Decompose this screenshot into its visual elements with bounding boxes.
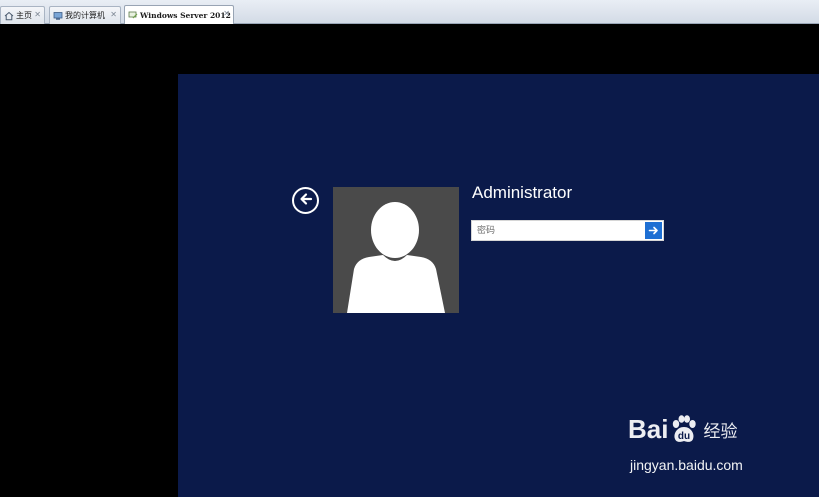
tab-home-close-icon[interactable]: ✕ bbox=[34, 10, 41, 19]
back-arrow-icon bbox=[298, 191, 314, 211]
watermark-url: jingyan.baidu.com bbox=[630, 457, 743, 473]
tab-bar: 主页 ✕ 我的计算机 ✕ Windows Server 2012 ✕ bbox=[0, 0, 819, 24]
tab-my-computer-label: 我的计算机 bbox=[65, 11, 105, 20]
tab-windows-server-2012[interactable]: Windows Server 2012 ✕ bbox=[124, 5, 234, 24]
vm-icon bbox=[128, 10, 138, 20]
password-field[interactable] bbox=[471, 220, 664, 241]
password-input[interactable] bbox=[472, 221, 644, 240]
username-label: Administrator bbox=[472, 183, 573, 202]
arrow-right-icon bbox=[648, 221, 659, 240]
tab-my-computer[interactable]: 我的计算机 ✕ bbox=[49, 6, 121, 24]
user-avatar-icon bbox=[333, 187, 459, 313]
tab-my-computer-close-icon[interactable]: ✕ bbox=[110, 10, 117, 19]
home-icon bbox=[4, 11, 14, 21]
baidu-jingyan-watermark: Bai du 经验 jingyan.baidu.com bbox=[628, 410, 778, 480]
tab-home-label: 主页 bbox=[16, 11, 32, 20]
tab-home[interactable]: 主页 ✕ bbox=[0, 6, 45, 24]
back-button[interactable] bbox=[292, 187, 319, 214]
paw-icon: du bbox=[670, 414, 698, 445]
watermark-brand-left: Bai bbox=[628, 414, 669, 444]
watermark-logo: Bai du 经验 bbox=[628, 414, 737, 445]
tab-windows-server-2012-label: Windows Server 2012 bbox=[140, 10, 231, 20]
tab-windows-server-2012-close-icon[interactable]: ✕ bbox=[223, 9, 230, 18]
vmware-window: 主页 ✕ 我的计算机 ✕ Windows Server 2012 ✕ Admin… bbox=[0, 0, 819, 497]
submit-button[interactable] bbox=[645, 222, 662, 239]
watermark-brand-right: 经验 bbox=[703, 422, 738, 442]
user-avatar bbox=[333, 187, 459, 313]
svg-text:du: du bbox=[678, 431, 690, 442]
computer-icon bbox=[53, 11, 63, 21]
